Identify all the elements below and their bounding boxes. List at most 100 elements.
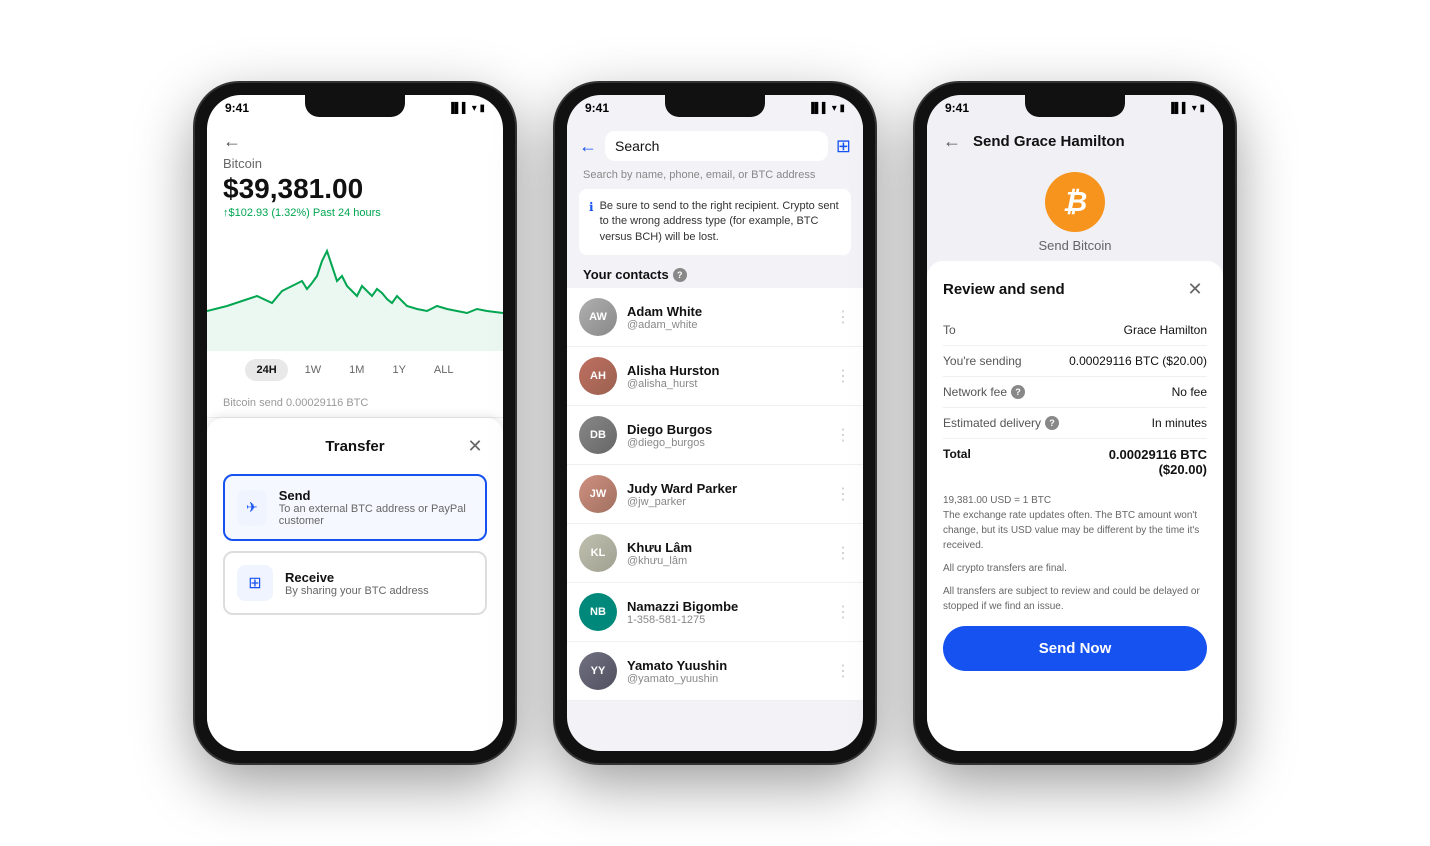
avatar-khuu: KL bbox=[579, 534, 617, 572]
review-modal: Review and send ✕ To Grace Hamilton You'… bbox=[927, 261, 1223, 751]
contact-handle-adam: @adam_white bbox=[627, 319, 835, 331]
status-time-1: 9:41 bbox=[225, 101, 249, 115]
contact-item-namazzi[interactable]: NB Namazzi Bigombe 1-358-581-1275 ⋮ bbox=[567, 583, 863, 642]
contact-info-namazzi: Namazzi Bigombe 1-358-581-1275 bbox=[627, 599, 835, 626]
more-icon-alisha[interactable]: ⋮ bbox=[835, 366, 851, 386]
contact-name-adam: Adam White bbox=[627, 304, 835, 319]
more-icon-khuu[interactable]: ⋮ bbox=[835, 543, 851, 563]
receive-icon: ⊞ bbox=[237, 565, 273, 601]
review-label-sending: You're sending bbox=[943, 354, 1022, 368]
send-title: Send Grace Hamilton bbox=[973, 133, 1125, 150]
status-time-2: 9:41 bbox=[585, 101, 609, 115]
back-button-2[interactable]: ← bbox=[579, 136, 597, 157]
warning-text: Be sure to send to the right recipient. … bbox=[600, 199, 841, 245]
info-icon: ℹ bbox=[589, 199, 594, 245]
review-label-delivery: Estimated delivery ? bbox=[943, 416, 1059, 430]
review-row-to: To Grace Hamilton bbox=[943, 315, 1207, 346]
more-icon-adam[interactable]: ⋮ bbox=[835, 307, 851, 327]
contact-item-diego[interactable]: DB Diego Burgos @diego_burgos ⋮ bbox=[567, 406, 863, 465]
warning-banner: ℹ Be sure to send to the right recipient… bbox=[579, 189, 851, 255]
screen-content-1: ← Bitcoin $39,381.00 ↑$102.93 (1.32%) Pa… bbox=[207, 95, 503, 751]
status-bar-2: 9:41 ▐▌▌ ▾ ▮ bbox=[567, 95, 863, 119]
avatar-namazzi: NB bbox=[579, 593, 617, 631]
fee-help-icon[interactable]: ? bbox=[1011, 385, 1025, 399]
contact-info-diego: Diego Burgos @diego_burgos bbox=[627, 422, 835, 449]
back-button-1[interactable]: ← bbox=[223, 131, 487, 152]
modal-header: Transfer ✕ bbox=[223, 434, 487, 458]
avatar-yamato: YY bbox=[579, 652, 617, 690]
status-icons-3: ▐▌▌ ▾ ▮ bbox=[1168, 103, 1205, 114]
transfer-final-note: All crypto transfers are final. bbox=[943, 561, 1207, 576]
bitcoin-chart bbox=[207, 231, 503, 351]
status-icons-2: ▐▌▌ ▾ ▮ bbox=[808, 103, 845, 114]
send-icon: ✈ bbox=[237, 490, 267, 526]
tab-1w[interactable]: 1W bbox=[294, 359, 333, 381]
contact-item-judy[interactable]: JW Judy Ward Parker @jw_parker ⋮ bbox=[567, 465, 863, 524]
bitcoin-label: Bitcoin bbox=[223, 156, 487, 171]
review-value-delivery: In minutes bbox=[1152, 416, 1207, 430]
review-value-fee: No fee bbox=[1172, 385, 1207, 399]
more-icon-diego[interactable]: ⋮ bbox=[835, 425, 851, 445]
screen-content-2: ← Search ⊞ Search by name, phone, email,… bbox=[567, 95, 863, 751]
time-filter-bar: 24H 1W 1M 1Y ALL bbox=[207, 351, 503, 389]
contact-item-khuu[interactable]: KL Khưu Lâm @khưu_lâm ⋮ bbox=[567, 524, 863, 583]
contact-info-alisha: Alisha Hurston @alisha_hurst bbox=[627, 363, 835, 390]
review-modal-close[interactable]: ✕ bbox=[1183, 277, 1207, 301]
delivery-help-icon[interactable]: ? bbox=[1045, 416, 1059, 430]
review-value-sending: 0.00029116 BTC ($20.00) bbox=[1069, 354, 1207, 368]
tab-24h[interactable]: 24H bbox=[245, 359, 287, 381]
phone-3: 9:41 ▐▌▌ ▾ ▮ ← Send Grace Hamilton ₿ Sen… bbox=[915, 83, 1235, 763]
contact-item-alisha[interactable]: AH Alisha Hurston @alisha_hurst ⋮ bbox=[567, 347, 863, 406]
more-icon-namazzi[interactable]: ⋮ bbox=[835, 602, 851, 622]
contact-handle-diego: @diego_burgos bbox=[627, 437, 835, 449]
avatar-diego: DB bbox=[579, 416, 617, 454]
contacts-section-title: Your contacts ? bbox=[567, 263, 863, 288]
modal-title: Transfer bbox=[247, 438, 463, 455]
back-button-3[interactable]: ← bbox=[943, 131, 961, 152]
tab-all[interactable]: ALL bbox=[423, 359, 465, 381]
review-value-to: Grace Hamilton bbox=[1124, 323, 1207, 337]
contact-name-alisha: Alisha Hurston bbox=[627, 363, 835, 378]
review-modal-header: Review and send ✕ bbox=[943, 277, 1207, 301]
contact-info-judy: Judy Ward Parker @jw_parker bbox=[627, 481, 835, 508]
screen-content-3: ← Send Grace Hamilton ₿ Send Bitcoin Rev… bbox=[927, 95, 1223, 751]
review-label-fee: Network fee ? bbox=[943, 385, 1025, 399]
contact-item-adam[interactable]: AW Adam White @adam_white ⋮ bbox=[567, 288, 863, 347]
search-hint: Search by name, phone, email, or BTC add… bbox=[567, 169, 863, 189]
contacts-list: AW Adam White @adam_white ⋮ AH Alisha Hu… bbox=[567, 288, 863, 701]
exchange-note: 19,381.00 USD = 1 BTC The exchange rate … bbox=[943, 493, 1207, 553]
avatar-judy: JW bbox=[579, 475, 617, 513]
contact-name-diego: Diego Burgos bbox=[627, 422, 835, 437]
more-icon-yamato[interactable]: ⋮ bbox=[835, 661, 851, 681]
more-icon-judy[interactable]: ⋮ bbox=[835, 484, 851, 504]
status-time-3: 9:41 bbox=[945, 101, 969, 115]
send-option[interactable]: ✈ Send To an external BTC address or Pay… bbox=[223, 474, 487, 541]
qr-icon[interactable]: ⊞ bbox=[836, 136, 851, 157]
avatar-alisha: AH bbox=[579, 357, 617, 395]
phone-1: 9:41 ▐▌▌ ▾ ▮ ← Bitcoin $39,381.00 ↑$102.… bbox=[195, 83, 515, 763]
help-icon[interactable]: ? bbox=[673, 268, 687, 282]
contact-info-yamato: Yamato Yuushin @yamato_yuushin bbox=[627, 658, 835, 685]
review-label-to: To bbox=[943, 323, 956, 337]
send-now-button[interactable]: Send Now bbox=[943, 626, 1207, 671]
tab-1m[interactable]: 1M bbox=[338, 359, 375, 381]
receive-label: Receive bbox=[285, 570, 429, 585]
contact-handle-khuu: @khưu_lâm bbox=[627, 555, 835, 567]
search-label[interactable]: Search bbox=[615, 138, 818, 154]
status-bar-3: 9:41 ▐▌▌ ▾ ▮ bbox=[927, 95, 1223, 119]
send-description: To an external BTC address or PayPal cus… bbox=[279, 503, 473, 527]
contact-item-yamato[interactable]: YY Yamato Yuushin @yamato_yuushin ⋮ bbox=[567, 642, 863, 701]
review-label-total: Total bbox=[943, 447, 971, 461]
tab-1y[interactable]: 1Y bbox=[381, 359, 416, 381]
contact-info-adam: Adam White @adam_white bbox=[627, 304, 835, 331]
receive-option[interactable]: ⊞ Receive By sharing your BTC address bbox=[223, 551, 487, 615]
receive-description: By sharing your BTC address bbox=[285, 585, 429, 597]
transfer-modal: Transfer ✕ ✈ Send To an external BTC add… bbox=[207, 418, 503, 751]
btc-hero: ₿ Send Bitcoin bbox=[927, 160, 1223, 261]
bitcoin-price: $39,381.00 bbox=[223, 173, 487, 205]
contact-info-khuu: Khưu Lâm @khưu_lâm bbox=[627, 540, 835, 567]
avatar-adam: AW bbox=[579, 298, 617, 336]
review-modal-title: Review and send bbox=[943, 281, 1065, 298]
review-row-total: Total 0.00029116 BTC($20.00) bbox=[943, 439, 1207, 485]
modal-close-button[interactable]: ✕ bbox=[463, 434, 487, 458]
